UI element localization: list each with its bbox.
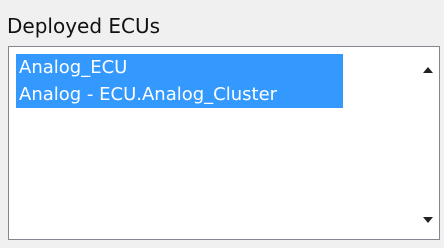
list-item[interactable]: Analog - ECU.Analog_Cluster xyxy=(16,81,343,108)
arrow-up-icon xyxy=(423,67,433,73)
scroll-down-button[interactable] xyxy=(417,209,439,231)
panel-title: Deployed ECUs xyxy=(7,14,161,38)
deployed-ecus-listbox[interactable]: Analog_ECU Analog - ECU.Analog_Cluster xyxy=(8,46,440,240)
arrow-down-icon xyxy=(423,217,433,223)
vertical-scrollbar[interactable] xyxy=(417,47,439,239)
scroll-up-button[interactable] xyxy=(417,59,439,81)
list-item[interactable]: Analog_ECU xyxy=(16,54,343,81)
list-items: Analog_ECU Analog - ECU.Analog_Cluster xyxy=(9,47,417,239)
